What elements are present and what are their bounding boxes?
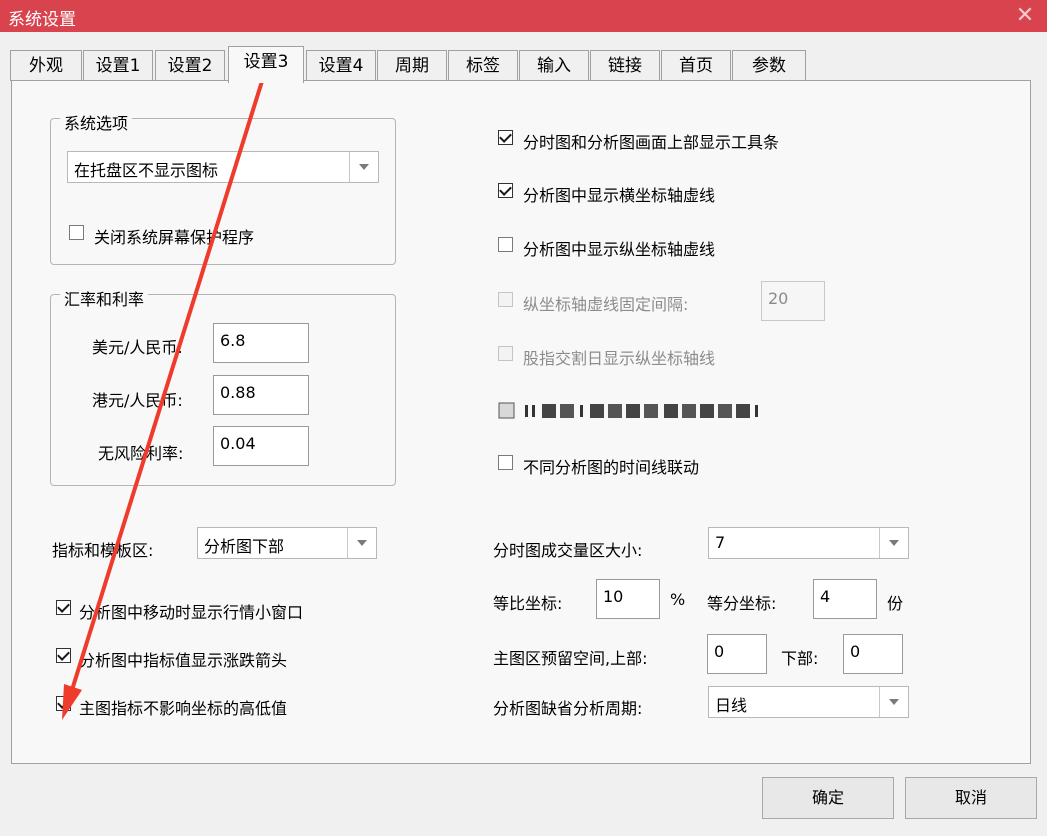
annotation-arrowhead (62, 684, 82, 720)
annotation-arrow-line (70, 77, 265, 691)
annotation-arrow (62, 77, 265, 720)
tab-settings3[interactable]: 设置3 (228, 46, 304, 83)
